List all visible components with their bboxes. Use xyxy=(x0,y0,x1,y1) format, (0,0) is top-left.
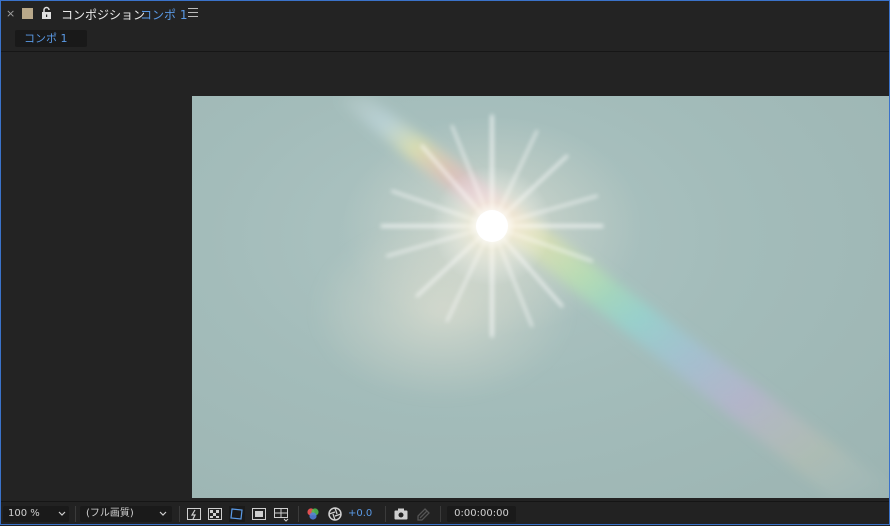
panel-menu-icon[interactable] xyxy=(188,8,198,18)
lock-icon[interactable] xyxy=(41,6,52,19)
grid-guides-icon[interactable] xyxy=(273,506,289,522)
close-panel-icon[interactable]: × xyxy=(6,7,15,20)
toolbar-divider xyxy=(75,506,76,522)
tab-comp-1[interactable]: コンポ 1 xyxy=(15,30,87,47)
region-of-interest-icon[interactable] xyxy=(251,506,267,522)
panel-title: コンポジション xyxy=(61,8,146,22)
lens-flare-image xyxy=(312,96,890,498)
toolbar-divider xyxy=(179,506,180,522)
chevron-down-icon xyxy=(159,511,167,516)
mask-path-visibility-icon[interactable] xyxy=(229,506,245,522)
resolution-value: (フル画質) xyxy=(86,508,134,519)
magnification-value: 100 % xyxy=(8,508,40,519)
panel-header: × コンポジション コンポ 1 xyxy=(0,0,890,28)
exposure-value[interactable]: +0.0 xyxy=(348,506,372,522)
magnification-dropdown[interactable]: 100 % xyxy=(3,506,69,522)
composition-canvas[interactable] xyxy=(192,96,890,498)
color-management-icon[interactable] xyxy=(327,506,343,522)
show-snapshot-icon[interactable] xyxy=(416,506,432,522)
fast-preview-icon[interactable] xyxy=(186,506,202,522)
chevron-down-icon xyxy=(58,511,66,516)
active-comp-name[interactable]: コンポ 1 xyxy=(140,6,187,23)
color-channels-icon[interactable] xyxy=(305,506,321,522)
toolbar-divider xyxy=(298,506,299,522)
toolbar-divider xyxy=(440,506,441,522)
resolution-dropdown[interactable]: (フル画質) xyxy=(80,506,172,522)
snapshot-camera-icon[interactable] xyxy=(393,506,409,522)
label-color-swatch[interactable] xyxy=(22,8,33,19)
transparency-grid-icon[interactable] xyxy=(207,506,223,522)
viewer-toolbar: 100 % (フル画質) +0.0 0:00:00:00 xyxy=(0,501,890,526)
current-time-display[interactable]: 0:00:00:00 xyxy=(447,506,516,522)
toolbar-divider xyxy=(385,506,386,522)
